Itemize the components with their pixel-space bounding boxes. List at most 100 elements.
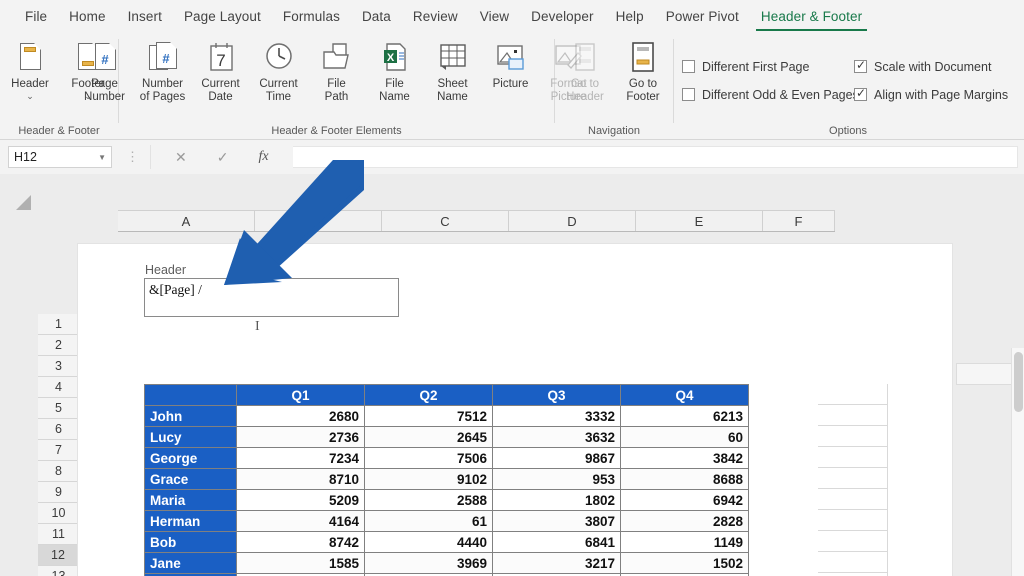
picture-button[interactable]: Picture xyxy=(482,37,540,91)
name-box[interactable]: H12 ▼ xyxy=(8,146,112,168)
table-cell-q4[interactable]: 1502 xyxy=(621,553,749,574)
table-cell-name[interactable]: Grace xyxy=(145,469,237,490)
current-date-button[interactable]: 7 Current Date xyxy=(192,37,250,104)
table-cell-q4[interactable]: 1149 xyxy=(621,532,749,553)
row-header-5[interactable]: 5 xyxy=(38,398,80,419)
table-cell-q3[interactable]: 3332 xyxy=(493,406,621,427)
insert-function-icon[interactable]: fx xyxy=(258,149,268,165)
select-all-corner-icon[interactable] xyxy=(16,195,31,210)
formula-input[interactable] xyxy=(293,146,1018,168)
column-header-d[interactable]: D xyxy=(509,211,636,231)
row-header-2[interactable]: 2 xyxy=(38,335,80,356)
file-name-button[interactable]: X File Name xyxy=(366,37,424,104)
align-with-margins-checkbox[interactable]: Align with Page Margins xyxy=(854,88,1022,102)
table-cell-q4[interactable]: 60 xyxy=(621,427,749,448)
table-cell-name[interactable]: Herman xyxy=(145,511,237,532)
table-cell-name[interactable]: Lucy xyxy=(145,427,237,448)
grid-cell[interactable] xyxy=(818,447,888,468)
vertical-scrollbar[interactable] xyxy=(1011,348,1024,576)
row-header-10[interactable]: 10 xyxy=(38,503,80,524)
tab-view[interactable]: View xyxy=(469,5,520,28)
table-cell-q1[interactable]: 5209 xyxy=(237,490,365,511)
row-header-13[interactable]: 13 xyxy=(38,566,80,576)
confirm-icon[interactable]: ✓ xyxy=(217,149,229,166)
table-cell-name[interactable]: Bob xyxy=(145,532,237,553)
tab-review[interactable]: Review xyxy=(402,5,469,28)
tab-home[interactable]: Home xyxy=(58,5,116,28)
table-cell-q3[interactable]: 3807 xyxy=(493,511,621,532)
table-cell-q1[interactable]: 8742 xyxy=(237,532,365,553)
header-right-box[interactable] xyxy=(654,278,909,317)
table-cell-q4[interactable]: 2828 xyxy=(621,511,749,532)
table-cell-q1[interactable]: 2680 xyxy=(237,406,365,427)
page-number-button[interactable]: # Page Number xyxy=(76,37,134,104)
table-cell-q4[interactable]: 6213 xyxy=(621,406,749,427)
sheet-name-button[interactable]: Sheet Name xyxy=(424,37,482,104)
row-header-9[interactable]: 9 xyxy=(38,482,80,503)
chevron-down-icon[interactable]: ⌄ xyxy=(26,92,34,100)
row-header-4[interactable]: 4 xyxy=(38,377,80,398)
row-header-7[interactable]: 7 xyxy=(38,440,80,461)
table-cell-q1[interactable]: 8710 xyxy=(237,469,365,490)
header-left-box[interactable]: &[Page] / I xyxy=(144,278,399,317)
table-cell-q4[interactable]: 3842 xyxy=(621,448,749,469)
grid-cell[interactable] xyxy=(818,510,888,531)
column-header-f[interactable]: F xyxy=(763,211,835,231)
table-cell-q2[interactable]: 7506 xyxy=(365,448,493,469)
different-odd-even-checkbox[interactable]: Different Odd & Even Pages xyxy=(682,88,854,102)
number-of-pages-button[interactable]: # Number of Pages xyxy=(134,37,192,104)
table-cell-q3[interactable]: 3632 xyxy=(493,427,621,448)
table-cell-q2[interactable]: 2588 xyxy=(365,490,493,511)
cancel-icon[interactable]: ✕ xyxy=(175,149,187,166)
table-cell-q2[interactable]: 2645 xyxy=(365,427,493,448)
grid-cell[interactable] xyxy=(818,552,888,573)
table-cell-q2[interactable]: 61 xyxy=(365,511,493,532)
table-cell-name[interactable]: George xyxy=(145,448,237,469)
grid-cell[interactable] xyxy=(818,531,888,552)
table-cell-q2[interactable]: 7512 xyxy=(365,406,493,427)
row-header-3[interactable]: 3 xyxy=(38,356,80,377)
column-header-a[interactable]: A xyxy=(118,211,255,231)
table-cell-q3[interactable]: 9867 xyxy=(493,448,621,469)
table-cell-q3[interactable]: 3217 xyxy=(493,553,621,574)
tab-insert[interactable]: Insert xyxy=(117,5,173,28)
row-header-12-selected[interactable]: 12 xyxy=(38,545,80,566)
table-cell-name[interactable]: John xyxy=(145,406,237,427)
table-cell-q2[interactable]: 3969 xyxy=(365,553,493,574)
checkbox-box-checked[interactable] xyxy=(854,88,867,101)
tab-data[interactable]: Data xyxy=(351,5,402,28)
grid-cell[interactable] xyxy=(818,489,888,510)
go-to-footer-button[interactable]: Go to Footer xyxy=(614,37,672,104)
table-cell-q1[interactable]: 4164 xyxy=(237,511,365,532)
tab-developer[interactable]: Developer xyxy=(520,5,604,28)
table-cell-name[interactable]: Jane xyxy=(145,553,237,574)
table-cell-q3[interactable]: 6841 xyxy=(493,532,621,553)
file-path-button[interactable]: File Path xyxy=(308,37,366,104)
row-header-6[interactable]: 6 xyxy=(38,419,80,440)
table-cell-q3[interactable]: 953 xyxy=(493,469,621,490)
row-header-8[interactable]: 8 xyxy=(38,461,80,482)
grid-cell[interactable] xyxy=(818,384,888,405)
header-center-box[interactable] xyxy=(399,278,654,317)
table-cell-q2[interactable]: 9102 xyxy=(365,469,493,490)
tab-file[interactable]: File xyxy=(14,5,58,28)
grid-cell[interactable] xyxy=(818,426,888,447)
scrollbar-thumb[interactable] xyxy=(1014,352,1023,412)
tab-page-layout[interactable]: Page Layout xyxy=(173,5,272,28)
table-cell-q1[interactable]: 2736 xyxy=(237,427,365,448)
grid-cell[interactable] xyxy=(818,468,888,489)
table-cell-q4[interactable]: 6942 xyxy=(621,490,749,511)
checkbox-box-checked[interactable] xyxy=(854,60,867,73)
checkbox-box[interactable] xyxy=(682,88,695,101)
table-cell-name[interactable]: Maria xyxy=(145,490,237,511)
tab-power-pivot[interactable]: Power Pivot xyxy=(655,5,750,28)
grid-cell[interactable] xyxy=(818,405,888,426)
current-time-button[interactable]: Current Time xyxy=(250,37,308,104)
table-cell-q4[interactable]: 8688 xyxy=(621,469,749,490)
tab-header-and-footer[interactable]: Header & Footer xyxy=(750,5,873,28)
header-button[interactable]: Header ⌄ xyxy=(1,37,59,100)
scale-with-document-checkbox[interactable]: Scale with Document xyxy=(854,60,1022,74)
column-header-e[interactable]: E xyxy=(636,211,763,231)
column-header-c[interactable]: C xyxy=(382,211,509,231)
table-cell-q1[interactable]: 7234 xyxy=(237,448,365,469)
